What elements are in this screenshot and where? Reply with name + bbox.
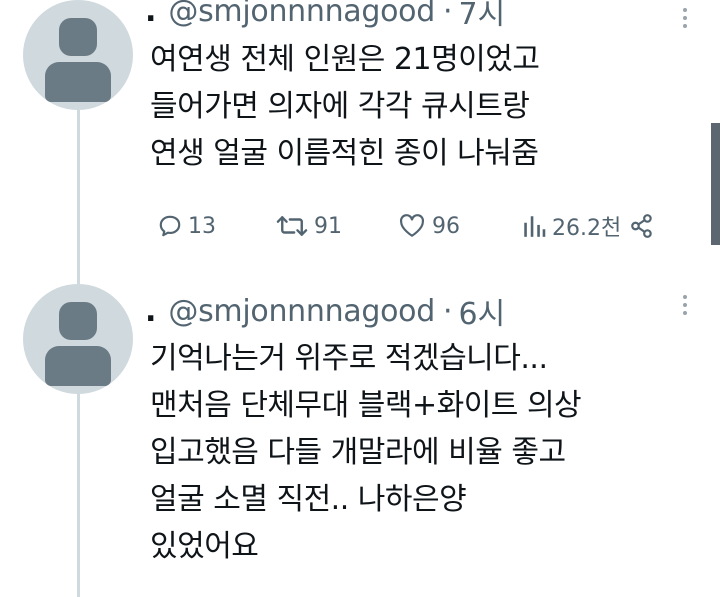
separator: · [442,293,453,329]
avatar[interactable] [23,284,133,394]
avatar-body-shape [45,62,111,102]
tweet-header: . @smjonnnnagood · 7시 [145,0,505,32]
like-count: 96 [432,213,460,239]
scrollbar[interactable] [711,123,720,245]
lead-dot: . [145,0,157,29]
timestamp[interactable]: 7시 [459,0,506,33]
retweet-button[interactable]: 91 [275,210,342,242]
share-icon[interactable] [628,213,656,239]
user-handle[interactable]: @smjonnnnagood [168,0,435,29]
more-dots-icon[interactable] [670,6,700,30]
separator: · [442,0,453,29]
avatar[interactable] [23,0,133,110]
tweet-text: 여연생 전체 인원은 21명이었고 들어가면 의자에 각각 큐시트랑 연생 얼굴… [150,42,540,171]
heart-icon [399,214,425,237]
reply-button[interactable]: 13 [157,210,216,242]
user-handle[interactable]: @smjonnnnagood [168,294,435,329]
tweet-actions: 13 91 96 26.2천 [157,210,677,242]
tweet-text: 기억나는거 위주로 적겠습니다... 맨처음 단체무대 블랙+화이트 의상 입고… [150,341,582,564]
like-button[interactable]: 96 [397,210,460,242]
views-button[interactable]: 26.2천 [521,210,656,242]
thread-line [77,110,80,285]
more-dots-icon[interactable] [670,293,700,317]
timestamp[interactable]: 6시 [459,289,506,333]
thread-line [77,394,80,597]
lead-dot: . [145,293,157,329]
views-chart-icon [524,216,546,237]
avatar-head-shape [59,18,97,56]
views-count: 26.2천 [552,216,622,241]
reply-icon [159,215,181,237]
retweet-icon [276,216,308,236]
reply-count: 13 [188,213,216,239]
retweet-count: 91 [314,213,342,239]
tweet-header: . @smjonnnnagood · 6시 [145,293,505,333]
avatar-head-shape [59,302,97,340]
avatar-body-shape [45,346,111,386]
